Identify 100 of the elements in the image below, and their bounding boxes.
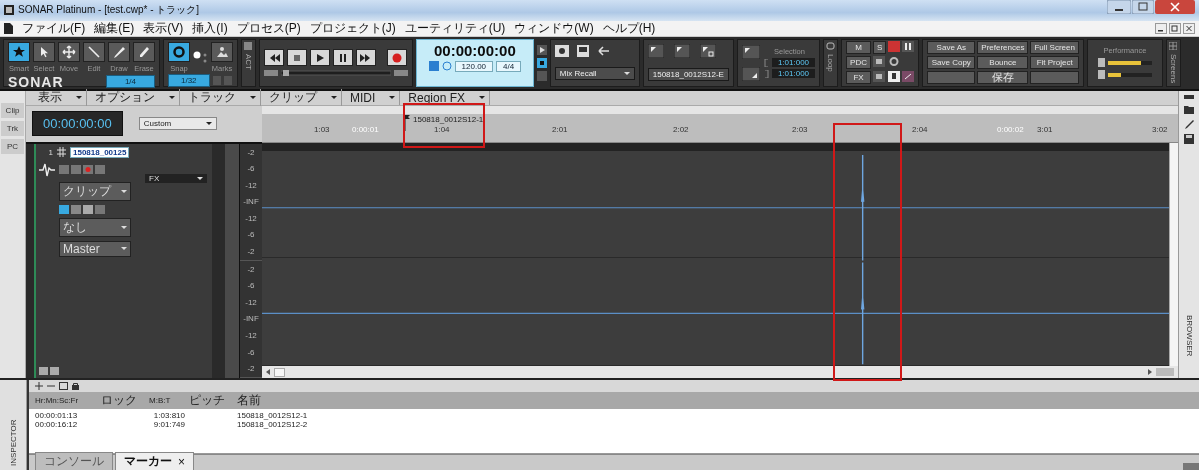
selection-end-field[interactable]: 1:01:000	[771, 69, 816, 79]
vertical-scrollbar[interactable]	[1169, 142, 1178, 366]
menu-item[interactable]: 挿入(I)	[192, 19, 228, 37]
column-header[interactable]: ピッチ	[189, 392, 233, 409]
remove-icon[interactable]	[47, 382, 55, 390]
restore-icon[interactable]	[1169, 22, 1181, 34]
selection-start-field[interactable]: 1:01:000	[771, 58, 816, 68]
tool-button[interactable]	[108, 41, 130, 62]
view-tab[interactable]: Trk	[1, 120, 24, 136]
command-button[interactable]: Save As	[927, 41, 976, 55]
tool-button[interactable]	[33, 41, 55, 62]
back-arrow-icon[interactable]	[596, 45, 611, 57]
menu-item[interactable]: ウィンドウ(W)	[514, 19, 594, 37]
column-header[interactable]: Hr:Mn:Sc:Fr	[35, 396, 97, 405]
scale-label: -2	[247, 247, 255, 256]
snap-resolution-field[interactable]: 1/4	[105, 75, 155, 89]
view-menu[interactable]: Region FX	[404, 90, 491, 105]
tool-button[interactable]	[83, 41, 105, 62]
meter-field[interactable]: 4/4	[496, 60, 522, 72]
grid-icon[interactable]	[1168, 41, 1177, 50]
mix-button[interactable]: PDC	[846, 56, 871, 70]
menu-item[interactable]: 表示(V)	[143, 19, 184, 37]
transport-button[interactable]	[287, 49, 307, 67]
mix-recall-dropdown[interactable]: Mix Recall	[554, 67, 635, 81]
menu-item[interactable]: プロセス(P)	[236, 19, 301, 37]
scroll-right-icon[interactable]	[1148, 369, 1152, 375]
transport-button[interactable]	[264, 49, 284, 67]
pencil-icon[interactable]	[1184, 118, 1194, 129]
select-end-icon[interactable]	[741, 66, 760, 81]
column-header[interactable]: M:B:T	[149, 396, 185, 405]
view-tab[interactable]: PC	[1, 138, 24, 154]
minimize-icon[interactable]	[1107, 0, 1131, 14]
tool-button[interactable]	[8, 41, 30, 62]
arm-icon[interactable]	[83, 165, 93, 175]
column-header[interactable]: ロック	[101, 392, 145, 409]
view-tab[interactable]: Clip	[1, 102, 24, 118]
command-button[interactable]: 保存	[977, 71, 1029, 85]
transport-button[interactable]	[356, 49, 376, 67]
snap-value-field[interactable]: 1/32	[168, 73, 210, 87]
column-header[interactable]: 名前	[237, 392, 1193, 409]
small-button-icon[interactable]	[394, 70, 408, 77]
pane-tab[interactable]: コンソール	[35, 452, 113, 470]
close-icon[interactable]	[1155, 0, 1195, 14]
loop-icon[interactable]	[826, 41, 836, 50]
menu-item[interactable]: ユーティリティ(U)	[404, 19, 506, 37]
play-icon[interactable]	[536, 44, 547, 55]
mix-button[interactable]: FX	[846, 71, 871, 85]
minimize-icon[interactable]	[1155, 22, 1167, 34]
star-icon	[12, 44, 26, 59]
square-icon[interactable]	[244, 41, 252, 50]
track-dropdown[interactable]: クリップ	[59, 181, 131, 201]
transport-button[interactable]	[310, 49, 330, 67]
browser-label[interactable]: BROWSER	[1184, 314, 1194, 356]
project-name-field[interactable]: 150818_0012S12-E	[647, 68, 729, 81]
marks-button[interactable]	[211, 41, 233, 62]
screens-label[interactable]: Screens	[1168, 53, 1178, 84]
scroll-left-icon[interactable]	[266, 369, 270, 375]
zoom-preset-dropdown[interactable]: Custom	[138, 117, 217, 131]
region-left-icon[interactable]	[647, 44, 664, 59]
region-end-icon[interactable]	[699, 44, 716, 59]
command-button[interactable]: Full Screen	[1030, 41, 1079, 55]
menu-item[interactable]: ヘルプ(H)	[602, 19, 656, 37]
command-button[interactable]: Preferences	[977, 41, 1029, 55]
menu-item[interactable]: プロジェクト(J)	[309, 19, 396, 37]
pane-tab[interactable]: マーカー ×	[115, 452, 194, 470]
lock-icon[interactable]	[72, 382, 79, 390]
close-tab-button[interactable]: ×	[178, 454, 185, 469]
folder-icon[interactable]	[1184, 103, 1194, 114]
position-slider-icon[interactable]	[281, 70, 391, 77]
snap-button[interactable]	[168, 41, 190, 62]
command-button[interactable]: Save Copy	[927, 56, 976, 70]
small-button-icon[interactable]	[264, 70, 278, 77]
select-start-icon[interactable]	[741, 44, 760, 59]
fx-bin[interactable]: FX	[145, 173, 207, 183]
view-menu[interactable]: MIDI	[346, 90, 401, 105]
region-right-icon[interactable]	[673, 44, 690, 59]
loop-label[interactable]: Loop	[826, 53, 836, 72]
fx-icon[interactable]	[902, 71, 915, 83]
transport-button[interactable]	[333, 49, 353, 67]
command-button[interactable]: Fit Project	[1030, 56, 1079, 70]
table-cell-text: 9:01:749	[152, 420, 185, 429]
tool-button[interactable]	[133, 41, 155, 62]
command-button[interactable]: Bounce	[977, 56, 1029, 70]
track-dropdown[interactable]: Master	[59, 240, 131, 257]
close-icon[interactable]	[1183, 22, 1195, 34]
record-button[interactable]	[387, 49, 407, 67]
track-name-field[interactable]: 150818_00125	[70, 146, 130, 158]
stop-icon[interactable]	[536, 57, 547, 68]
tempo-field[interactable]: 120.00	[454, 60, 494, 72]
mix-button[interactable]: M	[846, 41, 871, 55]
menu-item[interactable]: ファイル(F)	[22, 19, 86, 37]
scroll-thumb-icon[interactable]	[274, 367, 285, 377]
menu-item[interactable]: 編集(E)	[94, 19, 135, 37]
mix-button[interactable]: S	[872, 41, 887, 55]
add-icon[interactable]	[35, 382, 43, 390]
act-label: ACT	[244, 53, 253, 70]
track-dropdown[interactable]: なし	[59, 217, 131, 237]
tool-button[interactable]	[58, 41, 80, 62]
camera-icon[interactable]	[554, 45, 569, 57]
document-icon[interactable]	[576, 45, 589, 57]
